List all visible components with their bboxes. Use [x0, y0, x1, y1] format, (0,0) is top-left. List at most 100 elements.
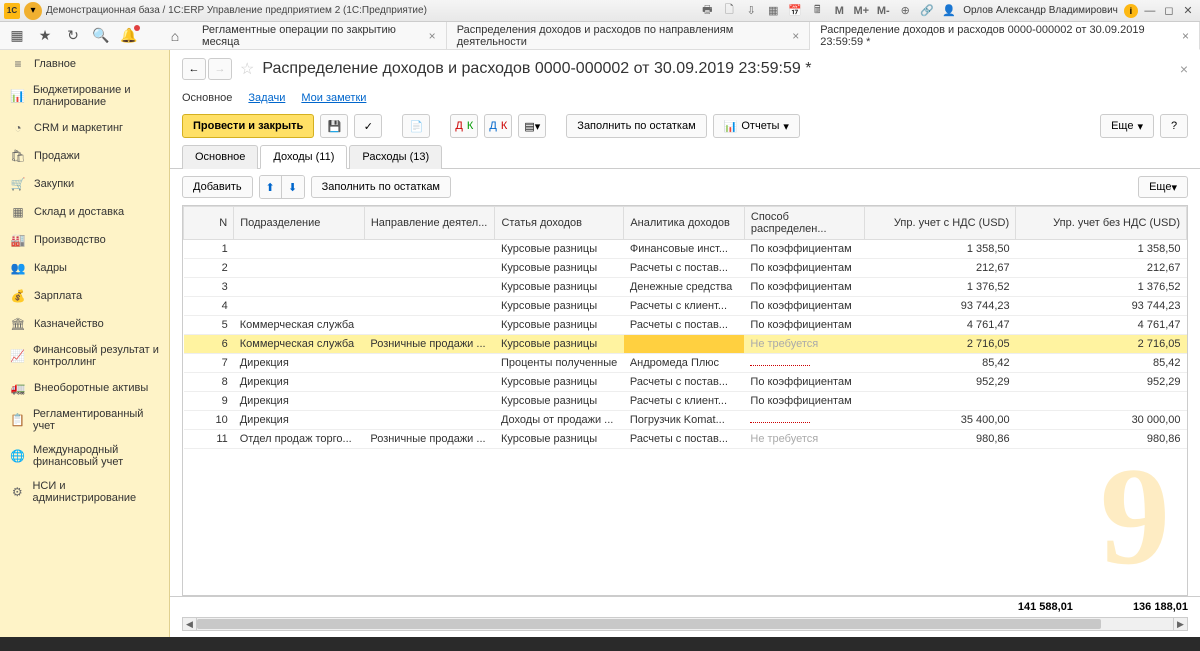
table-row[interactable]: 2Курсовые разницыРасчеты с постав...По к… [184, 259, 1187, 278]
tab-close-icon[interactable]: × [429, 29, 436, 43]
sidebar-item[interactable]: 📊Бюджетирование и планирование [0, 78, 169, 114]
sub-tab[interactable]: Расходы (13) [349, 145, 442, 169]
tab-close-icon[interactable]: × [792, 29, 799, 43]
column-header[interactable]: N [184, 207, 234, 240]
clone-button[interactable]: 📄 [402, 114, 430, 138]
sidebar-item-label: Бюджетирование и планирование [33, 84, 159, 108]
sidebar-item[interactable]: 🌐Международный финансовый учет [0, 438, 169, 474]
post-and-close-button[interactable]: Провести и закрыть [182, 114, 314, 138]
action-bar: Провести и закрыть 💾 ✓ 📄 ДК ДК ▤▾ Заполн… [170, 108, 1200, 144]
sidebar-item[interactable]: 💰Зарплата [0, 282, 169, 310]
scroll-right-button[interactable]: ▶ [1173, 618, 1187, 630]
table-row[interactable]: 3Курсовые разницыДенежные средстваПо коэ… [184, 278, 1187, 297]
history-icon[interactable]: ↻ [64, 27, 82, 44]
table-row[interactable]: 1Курсовые разницыФинансовые инст...По ко… [184, 240, 1187, 259]
table-row[interactable]: 6Коммерческая службаРозничные продажи ..… [184, 335, 1187, 354]
inline-tab[interactable]: Основное [182, 92, 232, 104]
sub-tab[interactable]: Основное [182, 145, 258, 169]
table-fill-balances-button[interactable]: Заполнить по остаткам [311, 176, 451, 198]
table-row[interactable]: 10ДирекцияДоходы от продажи ...Погрузчик… [184, 411, 1187, 430]
sidebar-item[interactable]: 👥 Кадры [0, 254, 169, 282]
toolstrip-tab[interactable]: Распределения доходов и расходов по напр… [447, 22, 811, 49]
inline-tab[interactable]: Задачи [248, 92, 285, 104]
notifications-icon[interactable]: 🔔 [120, 27, 138, 44]
sidebar-item-icon: 👥 [10, 260, 26, 276]
info-icon[interactable]: i [1124, 4, 1138, 18]
scrollbar-thumb[interactable] [197, 619, 1101, 629]
more-button[interactable]: Еще ▾ [1100, 114, 1154, 138]
table-row[interactable]: 9ДирекцияКурсовые разницыРасчеты с клиен… [184, 392, 1187, 411]
sidebar-item[interactable]: 🏛Казначейство [0, 310, 169, 338]
m-badge[interactable]: M [831, 3, 847, 19]
minimize-button[interactable]: — [1142, 4, 1158, 18]
sidebar-item-label: Продажи [34, 150, 80, 162]
m-plus-badge[interactable]: M+ [853, 3, 869, 19]
attach-icon[interactable]: ⇩ [743, 3, 759, 19]
calc-icon[interactable]: 🖩 [809, 3, 825, 19]
zoom-icon[interactable]: ⊕ [897, 3, 913, 19]
column-header[interactable]: Упр. учет без НДС (USD) [1016, 207, 1187, 240]
nav-back-button[interactable]: ← [182, 58, 206, 80]
sidebar-item-label: Кадры [34, 262, 67, 274]
dr-cr-alt-icon[interactable]: ДК [484, 114, 512, 138]
sidebar-item[interactable]: 📋Регламентированный учет [0, 402, 169, 438]
save-icon[interactable]: 🗋 [721, 3, 737, 19]
favorite-icon[interactable]: ★ [36, 27, 54, 44]
column-header[interactable]: Способ распределен... [744, 207, 865, 240]
table-row[interactable]: 8ДирекцияКурсовые разницыРасчеты с поста… [184, 373, 1187, 392]
table-more-button[interactable]: Еще ▾ [1138, 176, 1188, 198]
maximize-button[interactable]: ◻ [1161, 3, 1177, 17]
reports-button[interactable]: 📊 Отчеты ▾ [713, 114, 800, 138]
nav-forward-button[interactable]: → [208, 58, 232, 80]
inline-tab[interactable]: Мои заметки [301, 92, 366, 104]
close-document-button[interactable]: × [1180, 61, 1188, 77]
move-up-button[interactable]: ⬆ [260, 176, 282, 198]
search-icon[interactable]: 🔍 [92, 27, 110, 44]
m-minus-badge[interactable]: M- [875, 3, 891, 19]
table-row[interactable]: 7ДирекцияПроценты полученныеАндромеда Пл… [184, 354, 1187, 373]
calendar-icon[interactable]: 📅 [787, 3, 803, 19]
add-row-button[interactable]: Добавить [182, 176, 253, 198]
sidebar-item-icon: 🛍 [10, 148, 26, 164]
home-icon[interactable]: ⌂ [166, 28, 184, 44]
sidebar-item[interactable]: 🚛Внеоборотные активы [0, 374, 169, 402]
sidebar-item[interactable]: ⚙НСИ и администрирование [0, 474, 169, 510]
table-row[interactable]: 11Отдел продаж торго...Розничные продажи… [184, 430, 1187, 449]
column-header[interactable]: Подразделение [234, 207, 365, 240]
save-button[interactable]: 💾 [320, 114, 348, 138]
move-down-button[interactable]: ⬇ [282, 176, 304, 198]
sub-tab[interactable]: Доходы (11) [260, 145, 347, 169]
sidebar-item[interactable]: ≡Главное [0, 50, 169, 78]
table-row[interactable]: 4Курсовые разницыРасчеты с клиент...По к… [184, 297, 1187, 316]
link-icon[interactable]: 🔗 [919, 3, 935, 19]
post-button[interactable]: ✓ [354, 114, 382, 138]
sidebar-item[interactable]: 🛒Закупки [0, 170, 169, 198]
back-button[interactable]: ▾ [24, 2, 42, 20]
fill-balances-button[interactable]: Заполнить по остаткам [566, 114, 706, 138]
toolstrip-tab[interactable]: Регламентные операции по закрытию месяца… [192, 22, 447, 49]
sidebar-item[interactable]: 🛍 Продажи [0, 142, 169, 170]
favorite-star-icon[interactable]: ☆ [240, 59, 254, 79]
apps-icon[interactable]: ▦ [8, 27, 26, 44]
sidebar-item[interactable]: 🏭Производство [0, 226, 169, 254]
dr-cr-icon[interactable]: ДК [450, 114, 478, 138]
close-button[interactable]: ✕ [1180, 3, 1196, 17]
scroll-left-button[interactable]: ◀ [183, 618, 197, 630]
column-header[interactable]: Аналитика доходов [624, 207, 745, 240]
compare-icon[interactable]: ▦ [765, 3, 781, 19]
current-user[interactable]: Орлов Александр Владимирович [963, 5, 1118, 16]
tab-close-icon[interactable]: × [1182, 29, 1189, 43]
sidebar-item[interactable]: ◔CRM и маркетинг [0, 114, 169, 142]
table-row[interactable]: 5Коммерческая службаКурсовые разницыРасч… [184, 316, 1187, 335]
sidebar-item[interactable]: 📈Финансовый результат и контроллинг [0, 338, 169, 374]
print-icon[interactable]: 🖶 [699, 3, 715, 19]
column-header[interactable]: Статья доходов [495, 207, 624, 240]
structure-button[interactable]: ▤▾ [518, 114, 546, 138]
column-header[interactable]: Направление деятел... [364, 207, 495, 240]
horizontal-scrollbar[interactable]: ◀ ▶ [182, 617, 1188, 631]
toolstrip-tab[interactable]: Распределение доходов и расходов 0000-00… [810, 22, 1200, 50]
column-header[interactable]: Упр. учет с НДС (USD) [865, 207, 1016, 240]
help-button[interactable]: ? [1160, 114, 1188, 138]
data-table[interactable]: NПодразделениеНаправление деятел...Стать… [182, 205, 1188, 596]
sidebar-item[interactable]: ▦Склад и доставка [0, 198, 169, 226]
